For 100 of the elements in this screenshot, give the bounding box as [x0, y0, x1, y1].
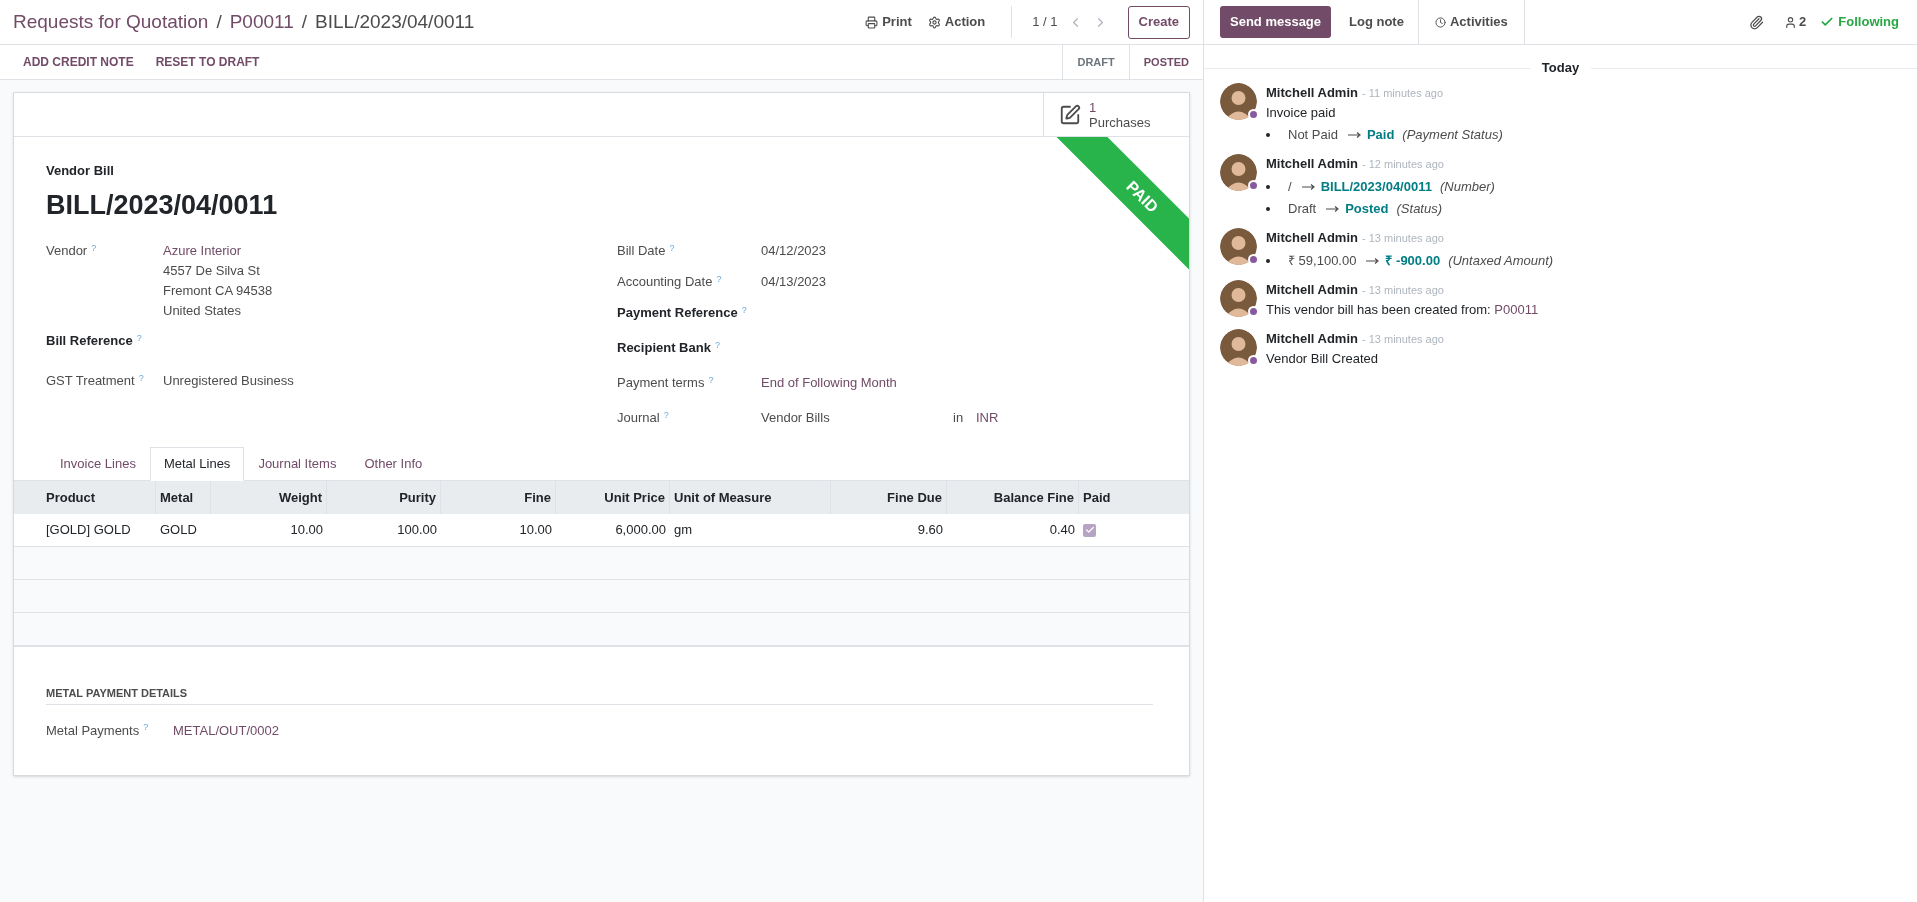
create-button[interactable]: Create: [1127, 5, 1190, 39]
document-type: Vendor Bill: [46, 162, 115, 180]
breadcrumb-link[interactable]: P00011: [229, 7, 294, 37]
table-cell-text: GOLD: [159, 521, 198, 540]
tab[interactable]: Invoice Lines: [46, 447, 150, 481]
column-header[interactable]: Balance Fine: [947, 481, 1079, 514]
status-stage[interactable]: POSTED: [1129, 45, 1203, 79]
message-author: Mitchell Admin: [1266, 330, 1358, 348]
avatar-icon: [1220, 280, 1257, 317]
message-time: - 13 minutes ago: [1361, 283, 1444, 298]
new-value: Posted: [1345, 200, 1389, 218]
old-value: /: [1288, 178, 1292, 196]
message-author: Mitchell Admin: [1266, 281, 1358, 299]
arrow-icon: [1347, 131, 1361, 138]
column-header[interactable]: Product: [14, 481, 156, 514]
edit-icon: [1059, 103, 1081, 126]
table-cell-text: [GOLD] GOLD: [45, 521, 132, 540]
message-time: - 11 minutes ago: [1361, 86, 1444, 101]
user-icon: [1784, 15, 1798, 29]
field-label: Payment Reference: [617, 305, 738, 320]
avatar-icon: [1220, 329, 1257, 366]
message-body: This vendor bill has been created from: P00011: [1266, 301, 1539, 319]
table-cell-text: 100.00: [396, 521, 438, 540]
column-header[interactable]: Weight: [211, 481, 327, 514]
message-body: Vendor Bill Created: [1266, 350, 1379, 368]
bullet-icon: [1266, 206, 1270, 211]
field-joiner: in: [953, 409, 965, 427]
field-label: GST Treatment: [46, 373, 135, 388]
breadcrumb-link[interactable]: Requests for Quotation: [13, 7, 209, 37]
action-link[interactable]: RESET TO DRAFT: [144, 53, 271, 71]
table-cell-text: gm: [673, 521, 694, 540]
message-author: Mitchell Admin: [1266, 229, 1358, 247]
old-value: Not Paid: [1288, 126, 1338, 144]
field-label: Payment terms: [617, 375, 705, 390]
activities-button[interactable]: Activities: [1417, 0, 1525, 44]
address-line: United States: [163, 302, 243, 320]
arrow-icon: [1301, 183, 1315, 190]
breadcrumb-separator: /: [301, 9, 308, 34]
currency-link[interactable]: INR: [976, 408, 999, 428]
table-cell-text: 10.00: [289, 521, 324, 540]
message-time: - 12 minutes ago: [1361, 157, 1444, 172]
section-title: METAL PAYMENT DETAILS: [46, 685, 1153, 705]
breadcrumb-separator: /: [216, 9, 222, 34]
pager-value[interactable]: 1 / 1: [1032, 12, 1058, 32]
column-header[interactable]: Fine Due: [831, 481, 947, 514]
tab[interactable]: Metal Lines: [149, 447, 245, 481]
column-header[interactable]: Purity: [327, 481, 441, 514]
status-stage[interactable]: DRAFT: [1063, 45, 1130, 79]
purchases-button[interactable]: 1 Purchases: [1043, 93, 1189, 136]
column-header[interactable]: Metal: [156, 481, 211, 514]
column-header[interactable]: Unit Price: [556, 481, 670, 514]
column-header[interactable]: Unit of Measure: [670, 481, 831, 514]
print-button[interactable]: Print: [857, 12, 920, 32]
log-note-button[interactable]: Log note: [1335, 0, 1418, 44]
field-label: Accounting Date: [617, 274, 713, 289]
new-value: Paid: [1366, 126, 1395, 144]
arrow-icon: [1366, 257, 1380, 264]
field-name: (Status): [1396, 200, 1443, 218]
field-name: (Number): [1439, 178, 1495, 196]
table-cell-text: 10.00: [518, 521, 553, 540]
followers-button[interactable]: 2: [1784, 12, 1807, 32]
avatar-icon: [1220, 228, 1257, 265]
field-value: Vendor Bills: [761, 409, 831, 427]
avatar-icon: [1220, 83, 1257, 120]
arrow-icon: [1326, 205, 1340, 212]
gear-icon: [927, 15, 941, 29]
bullet-icon: [1266, 258, 1270, 263]
payment-link[interactable]: METAL/OUT/0002: [173, 720, 279, 740]
column-header[interactable]: Paid: [1079, 481, 1189, 514]
table-cell-text: 0.40: [1048, 521, 1076, 540]
bullet-icon: [1266, 132, 1270, 137]
message-time: - 13 minutes ago: [1361, 332, 1444, 347]
table-cell-text: 9.60: [916, 521, 944, 540]
action-link[interactable]: ADD CREDIT NOTE: [12, 53, 145, 71]
print-icon: [865, 15, 879, 29]
action-button[interactable]: Action: [919, 12, 994, 32]
message-author: Mitchell Admin: [1266, 155, 1358, 173]
tab[interactable]: Other Info: [350, 447, 437, 481]
old-value: Draft: [1288, 200, 1317, 218]
field-label: Bill Date: [617, 243, 666, 258]
message-time: - 13 minutes ago: [1361, 231, 1444, 246]
check-icon: [1820, 15, 1835, 29]
record-link[interactable]: P00011: [1494, 302, 1539, 317]
new-value: ₹ -900.00: [1385, 252, 1441, 270]
column-header[interactable]: Fine: [441, 481, 556, 514]
clock-icon: [1434, 16, 1446, 28]
send-message-button[interactable]: Send message: [1220, 6, 1332, 38]
new-value: BILL/2023/04/0011: [1320, 178, 1432, 196]
message-author: Mitchell Admin: [1266, 84, 1358, 102]
old-value: ₹ 59,100.00: [1288, 252, 1357, 270]
tab[interactable]: Journal Items: [244, 447, 351, 481]
field-label: Bill Reference: [46, 333, 133, 348]
vendor-link[interactable]: Azure Interior: [163, 241, 273, 261]
field-label: Recipient Bank: [617, 340, 711, 355]
field-link[interactable]: End of Following Month: [761, 375, 897, 390]
message-body: Invoice paid: [1266, 104, 1337, 122]
field-value: Unregistered Business: [163, 373, 294, 388]
address-line: Fremont CA 94538: [163, 282, 273, 300]
document-number: BILL/2023/04/0011: [46, 188, 278, 222]
paperclip-icon[interactable]: [1749, 14, 1765, 30]
